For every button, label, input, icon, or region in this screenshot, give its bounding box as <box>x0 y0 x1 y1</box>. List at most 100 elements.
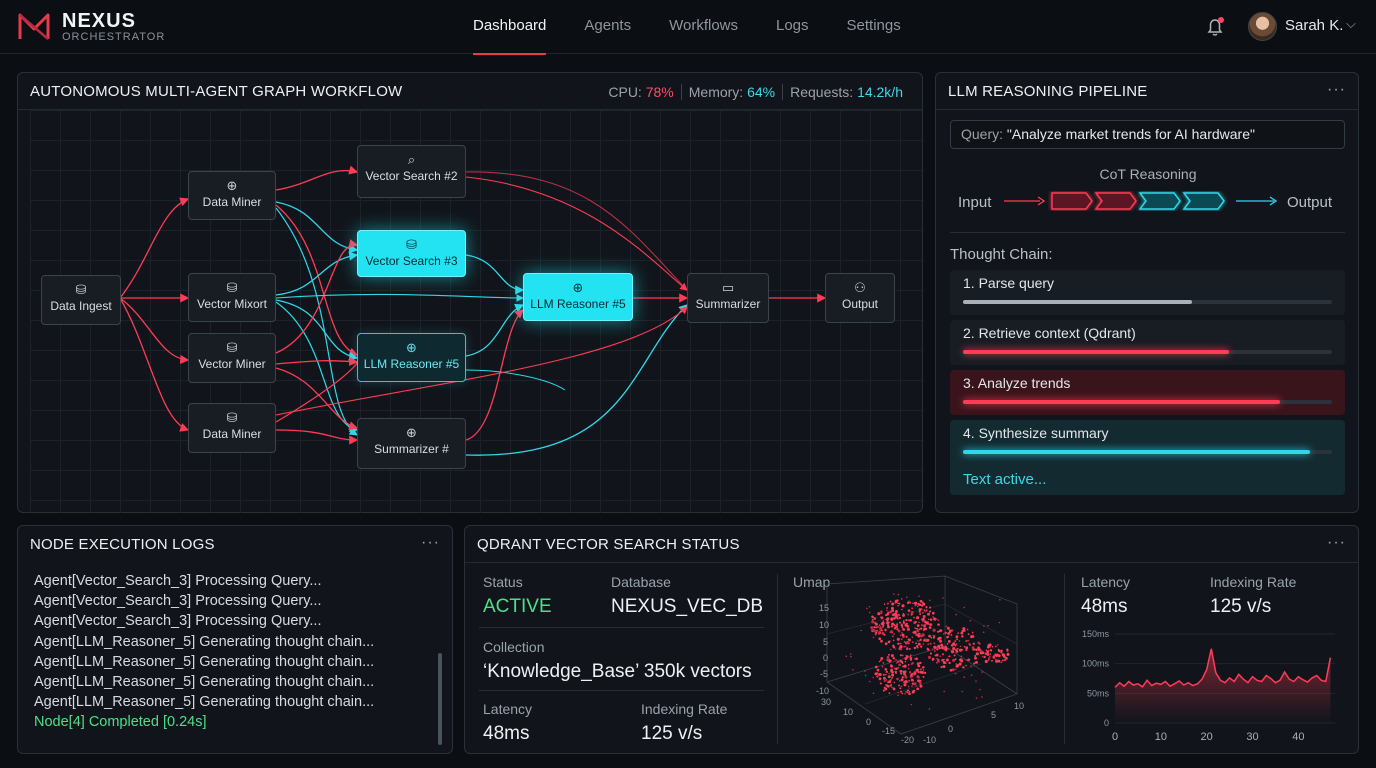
search-icon: ⌕ <box>407 152 416 167</box>
umap-point <box>935 618 938 621</box>
scrollbar[interactable] <box>438 653 442 745</box>
umap-point <box>878 677 882 681</box>
umap-point <box>923 671 927 675</box>
node-data-ingest[interactable]: ⛁ Data Ingest <box>41 275 121 325</box>
status-value: ACTIVE <box>483 596 552 617</box>
umap-point <box>947 635 949 638</box>
node-data-miner-bottom[interactable]: ⛁ Data Miner <box>188 403 276 453</box>
umap-point <box>901 654 904 657</box>
umap-point <box>927 618 930 621</box>
latency-chart[interactable]: 150ms 100ms 50ms 00 10 20 30 40 <box>1069 626 1347 752</box>
umap-point <box>914 601 918 605</box>
umap-point <box>886 684 889 688</box>
node-output[interactable]: ⚇ Output <box>825 273 895 323</box>
umap-point <box>949 668 953 672</box>
umap-point <box>959 658 962 662</box>
node-llm-reasoner-5a[interactable]: ⊕ LLM Reasoner #5 <box>357 333 466 382</box>
query-field[interactable]: Query: "Analyze market trends for AI har… <box>950 120 1345 149</box>
thought-step-4[interactable]: 4. Synthesize summary Text active... <box>950 420 1345 495</box>
memory-value: 64% <box>747 84 776 100</box>
node-vector-miner[interactable]: ⛁ Vector Miner <box>188 333 276 383</box>
umap-point <box>883 686 886 689</box>
panel-title: AUTONOMOUS MULTI-AGENT GRAPH WORKFLOW <box>30 83 403 100</box>
node-vector-mixort[interactable]: ⛁ Vector Mixort <box>188 273 276 322</box>
umap-point <box>916 627 919 630</box>
qdrant-status-panel: QDRANT VECTOR SEARCH STATUS ··· Status A… <box>464 525 1359 754</box>
umap-point <box>901 676 904 679</box>
query-value: "Analyze market trends for AI hardware" <box>1006 126 1255 142</box>
node-vector-search-2[interactable]: ⌕ Vector Search #2 <box>357 145 466 198</box>
umap-point <box>907 627 909 630</box>
umap-point <box>956 647 959 650</box>
thought-step-1[interactable]: 1. Parse query <box>950 270 1345 315</box>
nav-workflows[interactable]: Workflows <box>650 0 757 54</box>
log-list[interactable]: Agent[Vector_Search_3] Processing Query.… <box>34 571 434 733</box>
umap-point <box>959 645 962 648</box>
thought-step-3[interactable]: 3. Analyze trends <box>950 370 1345 415</box>
umap-point <box>954 672 957 675</box>
umap-point <box>952 647 956 651</box>
y-tick-label: 150ms <box>1082 629 1110 639</box>
umap-point <box>919 684 923 688</box>
user-avatar[interactable] <box>1248 12 1277 41</box>
umap-point <box>890 654 894 658</box>
umap-point <box>935 653 939 657</box>
log-line: Agent[Vector_Search_3] Processing Query.… <box>34 573 322 589</box>
umap-point <box>879 682 882 685</box>
notification-bell-icon[interactable] <box>1203 15 1227 39</box>
more-options-icon[interactable]: ··· <box>1327 534 1346 552</box>
umap-point <box>884 642 888 646</box>
thought-step-2[interactable]: 2. Retrieve context (Qdrant) <box>950 320 1345 365</box>
database-icon: ⛁ <box>406 237 417 252</box>
node-summarizer-hash[interactable]: ⊕ Summarizer # <box>357 418 466 469</box>
nav-agents[interactable]: Agents <box>565 0 650 54</box>
umap-point <box>916 645 919 648</box>
umap-point <box>955 613 957 616</box>
chevron-down-icon[interactable]: ⌵ <box>1346 16 1356 32</box>
umap-point <box>899 621 901 624</box>
umap-point <box>923 639 926 642</box>
umap-point <box>917 634 921 638</box>
umap-point <box>901 604 905 608</box>
umap-point <box>874 633 877 635</box>
node-vector-search-3[interactable]: ⛁ Vector Search #3 <box>357 230 466 277</box>
umap-scatter-plot[interactable] <box>805 574 1035 748</box>
nav-dashboard[interactable]: Dashboard <box>454 0 565 55</box>
umap-point <box>955 668 957 671</box>
edge <box>275 239 359 354</box>
node-label: LLM Reasoner #5 <box>530 297 626 311</box>
edge <box>465 309 524 441</box>
umap-tick: 0 <box>948 724 954 734</box>
node-summarizer[interactable]: ▭ Summarizer <box>687 273 769 323</box>
node-llm-reasoner-5b[interactable]: ⊕ LLM Reasoner #5 <box>523 273 633 321</box>
umap-point <box>917 640 919 642</box>
user-name[interactable]: Sarah K. <box>1285 17 1343 34</box>
umap-point <box>910 703 913 706</box>
umap-point <box>889 600 892 603</box>
node-data-miner-top[interactable]: ⊕ Data Miner <box>188 171 276 220</box>
umap-point <box>903 645 905 648</box>
step-progress-track <box>963 450 1332 454</box>
umap-point <box>886 621 890 625</box>
umap-point <box>941 653 944 656</box>
umap-point <box>900 685 903 688</box>
nav-logs[interactable]: Logs <box>757 0 828 54</box>
umap-point <box>906 640 910 644</box>
brand-logo[interactable]: NEXUS ORCHESTRATOR <box>16 10 176 44</box>
collection-value: ‘Knowledge_Base’ 350k vectors <box>483 661 752 682</box>
umap-point <box>898 616 901 620</box>
globe-icon: ⊕ <box>406 425 417 440</box>
umap-point <box>995 645 997 648</box>
nav-settings[interactable]: Settings <box>828 0 920 54</box>
x-tick-label: 30 <box>1246 731 1258 743</box>
umap-point <box>933 650 936 652</box>
more-options-icon[interactable]: ··· <box>421 534 440 552</box>
more-options-icon[interactable]: ··· <box>1327 81 1346 99</box>
umap-point <box>884 629 887 632</box>
globe-icon: ⊕ <box>572 280 584 295</box>
umap-point <box>1003 658 1006 662</box>
umap-point <box>874 672 878 676</box>
umap-point <box>893 627 897 630</box>
graph-canvas[interactable]: ⛁ Data Ingest ⊕ Data Miner ⛁ Vector Mixo… <box>30 110 924 513</box>
umap-point <box>880 616 884 620</box>
